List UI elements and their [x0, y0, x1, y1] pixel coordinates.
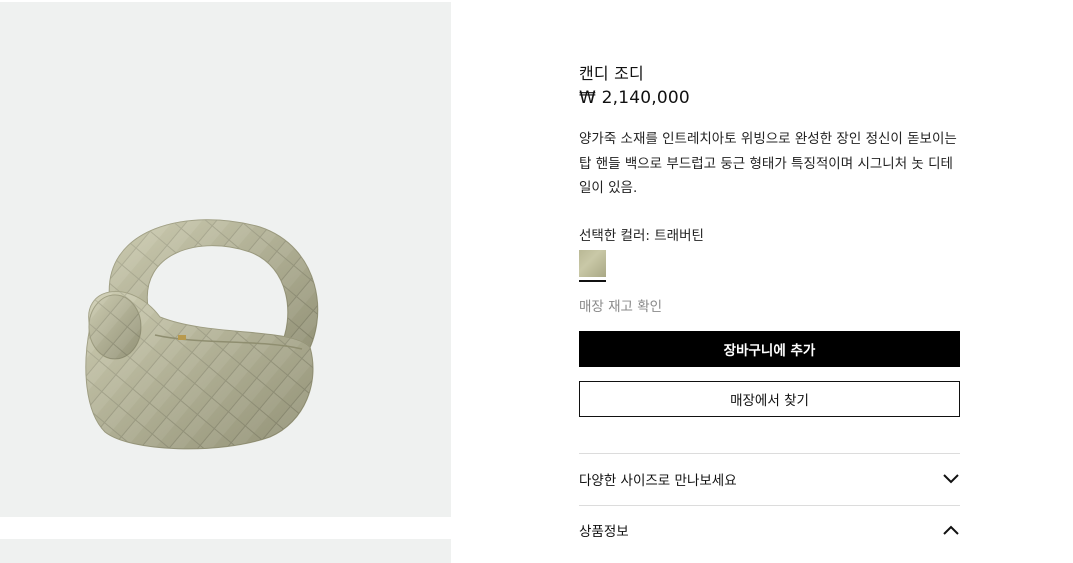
product-image-main[interactable]	[0, 2, 451, 517]
product-gallery	[0, 0, 451, 563]
selected-color-label: 선택한 컬러: 트래버틴	[579, 228, 704, 244]
product-description: 양가죽 소재를 인트레치아토 위빙으로 완성한 장인 정신이 돋보이는 탑 핸들…	[579, 131, 957, 196]
product-title: 캔디 조디	[579, 64, 644, 83]
divider	[579, 453, 960, 454]
accordion-product-info-label: 상품정보	[579, 524, 629, 540]
color-swatch-travertine[interactable]	[579, 250, 606, 282]
product-image-secondary[interactable]	[0, 539, 451, 563]
divider	[579, 505, 960, 506]
product-details: 캔디 조디 ₩ 2,140,000 양가죽 소재를 인트레치아토 위빙으로 완성…	[579, 0, 960, 563]
add-to-cart-button[interactable]: 장바구니에 추가	[579, 331, 960, 367]
product-bag-image	[85, 219, 319, 450]
accordion-product-info[interactable]: 상품정보	[579, 518, 960, 542]
product-page: 캔디 조디 ₩ 2,140,000 양가죽 소재를 인트레치아토 위빙으로 완성…	[0, 0, 1073, 563]
chevron-up-icon[interactable]	[942, 521, 960, 539]
find-in-store-button[interactable]: 매장에서 찾기	[579, 381, 960, 417]
store-stock-link[interactable]: 매장 재고 확인	[579, 295, 662, 315]
chevron-down-icon[interactable]	[942, 470, 960, 488]
accordion-sizes[interactable]: 다양한 사이즈로 만나보세요	[579, 467, 960, 491]
product-price: ₩ 2,140,000	[579, 88, 690, 108]
accordion-sizes-label: 다양한 사이즈로 만나보세요	[579, 473, 737, 489]
